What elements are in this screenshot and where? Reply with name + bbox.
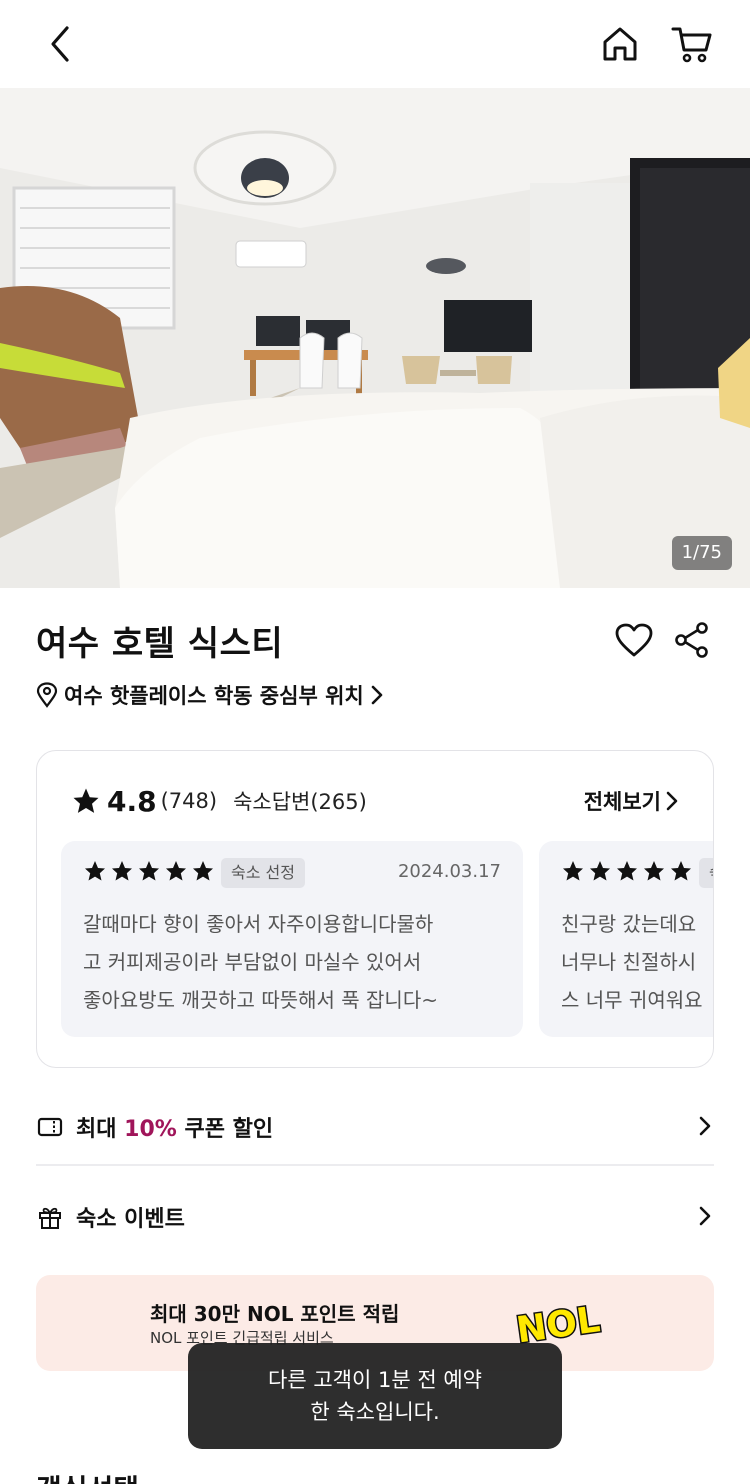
star-icon [590,861,610,881]
nol-logo: NOL [512,1298,602,1349]
home-button[interactable] [596,20,644,68]
gift-icon [36,1203,64,1231]
divider [36,1164,714,1166]
host-pick-badge: 숙 [699,858,713,888]
promo-title: 최대 30만 NOL 포인트 적립 [150,1302,400,1326]
coupon-percent: 10% [124,1117,177,1142]
star-icon [644,861,664,881]
coupon-suffix: 쿠폰 할인 [176,1117,274,1142]
rating-score: 4.8 [107,784,157,818]
coupon-icon [36,1113,64,1141]
review-item[interactable]: 숙소 선정 2024.03.17 갈때마다 향이 좋아서 자주이용합니다물하 고… [61,841,523,1037]
see-all-label: 전체보기 [583,790,661,814]
chevron-left-icon [51,26,69,62]
cart-icon [671,27,712,63]
event-label: 숙소 이벤트 [76,1207,185,1232]
host-pick-badge: 숙소 선정 [221,858,305,888]
star-icon [166,861,186,881]
svg-text:NOL: NOL [514,1299,602,1349]
wishlist-button[interactable] [612,618,656,662]
coupon-label: 최대 10% 쿠폰 할인 [76,1111,273,1143]
host-reply-count: 숙소답변(265) [233,790,367,814]
heart-icon [615,623,653,657]
hotel-event-row[interactable]: 숙소 이벤트 [36,1180,714,1254]
see-all-reviews-link[interactable]: 전체보기 [584,783,679,819]
location-text: 여수 핫플레이스 학동 중심부 위치 [64,684,364,708]
review-date: 2024.03.17 [397,861,501,882]
star-icon [139,861,159,881]
star-icon [617,861,637,881]
hotel-room-photo [0,88,750,588]
room-selection-title: 객실선택 [36,1468,139,1484]
location-link[interactable]: 여수 핫플레이스 학동 중심부 위치 [36,678,384,712]
map-pin-icon [36,682,58,708]
review-text: 갈때마다 향이 좋아서 자주이용합니다물하 고 커피제공이라 부담없이 마실수 … [83,912,438,1012]
chevron-right-icon [666,791,678,811]
recent-booking-toast: 다른 고객이 1분 전 예약 한 숙소입니다. [188,1343,562,1449]
review-stars [83,859,215,883]
review-text: 친구랑 갔는데요 너무나 친절하시 스 너무 귀여워요 [561,912,703,1012]
top-bar [0,0,750,88]
star-icon [112,861,132,881]
star-icon [193,861,213,881]
rating-summary: 4.8 (748) 숙소답변(265) [71,783,367,819]
review-stars [561,859,693,883]
back-button[interactable] [36,20,84,68]
chevron-right-icon [699,1116,711,1136]
star-icon [671,861,691,881]
coupon-discount-row[interactable]: 최대 10% 쿠폰 할인 [36,1090,714,1164]
chevron-right-icon [699,1206,711,1226]
star-icon [73,788,99,813]
review-count: (748) [160,789,218,813]
review-summary-card: 4.8 (748) 숙소답변(265) 전체보기 숙소 선정 2024.03.1… [36,750,714,1068]
photo-counter: 1/75 [671,536,732,570]
star-icon [563,861,583,881]
review-item[interactable]: 숙 친구랑 갔는데요 너무나 친절하시 스 너무 귀여워요 [539,841,713,1037]
home-icon [603,27,637,61]
share-icon [675,622,708,658]
share-button[interactable] [670,618,714,662]
cart-button[interactable] [668,20,716,68]
coupon-prefix: 최대 [76,1117,125,1142]
chevron-right-icon [371,685,383,705]
star-icon [85,861,105,881]
hotel-photo-gallery[interactable] [0,88,750,588]
hotel-name: 여수 호텔 식스티 [36,624,284,664]
